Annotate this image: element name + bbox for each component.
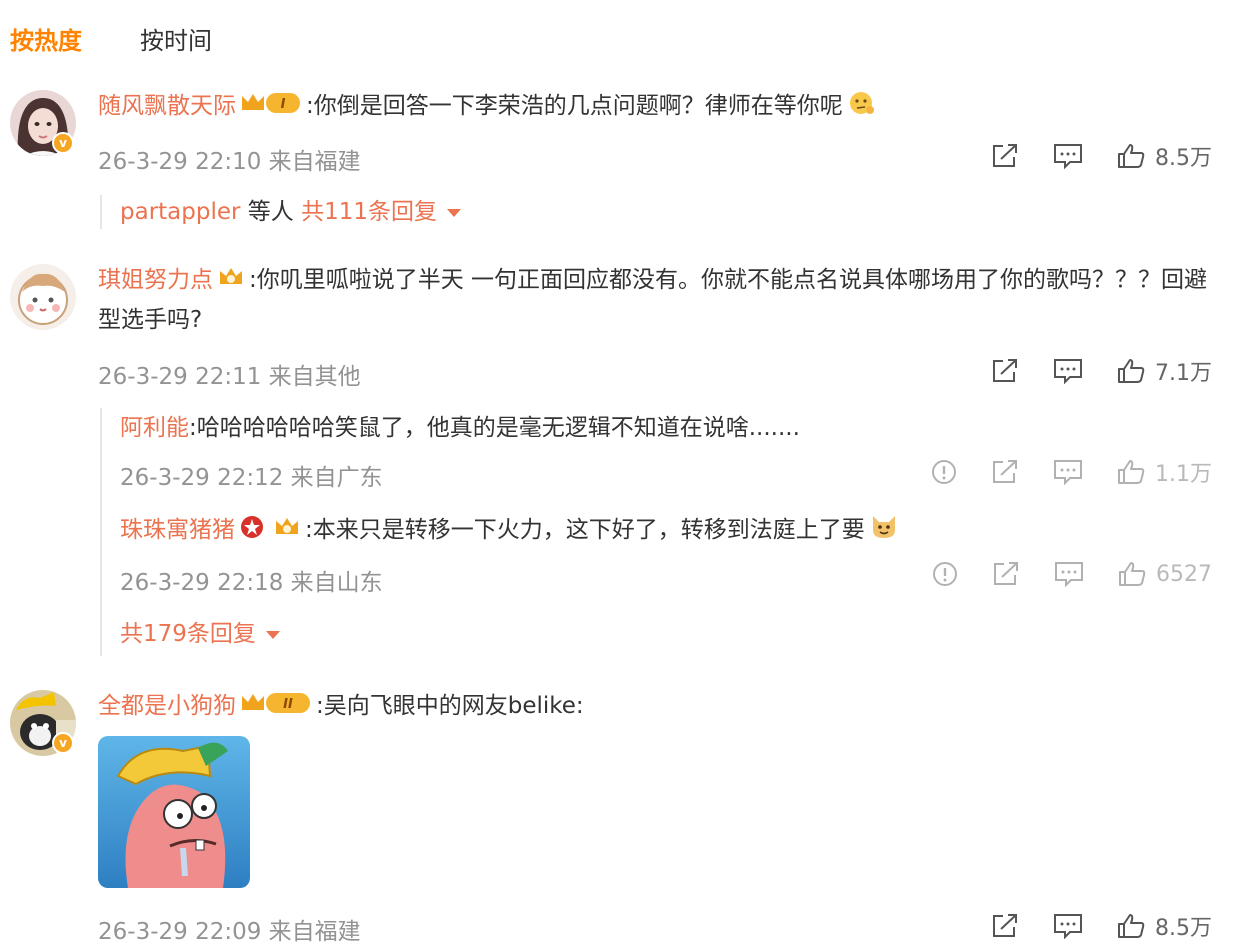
comment-time: 26-3-29 22:09 来自福建 [98, 919, 361, 945]
avatar[interactable] [10, 264, 76, 330]
share-icon [993, 359, 1017, 382]
thumbs-up-icon [1118, 914, 1145, 938]
reply-username[interactable]: 珠珠寓猪猪 [120, 517, 235, 543]
verified-icon: v [52, 132, 74, 154]
comment-icon [1054, 914, 1082, 939]
reply-button[interactable] [1053, 358, 1083, 384]
svg-text:II: II [283, 697, 293, 712]
patrick-star-meme-image [98, 736, 250, 888]
reply-item: 珠珠寓猪猪 :本来只是转移一下火力，这下好了，转移到法庭上了要 26-3-29 … [120, 510, 1212, 614]
avatar[interactable]: v [10, 690, 76, 756]
avatar[interactable]: v [10, 90, 76, 156]
comment-meta-row: 26-3-29 22:09 来自福建 8.5万 [98, 908, 1212, 948]
share-icon [993, 144, 1017, 167]
username[interactable]: 琪姐努力点 [98, 267, 213, 293]
vip-badge-icon: II [240, 690, 312, 728]
comment-icon [1054, 460, 1082, 485]
share-button[interactable] [991, 459, 1019, 485]
comment-meta: 26-3-29 22:09 来自福建 8.5万 [98, 908, 1212, 948]
share-icon [993, 460, 1017, 483]
comment-image[interactable] [98, 736, 250, 888]
like-button[interactable]: 1.1万 [1117, 456, 1212, 488]
reply-user[interactable]: partappler [120, 199, 240, 225]
medal-badge-icon [239, 513, 265, 553]
like-count: 6527 [1156, 561, 1212, 587]
like-count: 7.1万 [1155, 361, 1212, 386]
comment-text: :吴向飞眼中的网友belike: [316, 693, 584, 719]
thinking-emoji-icon [847, 90, 877, 128]
reply-list: 阿利能:哈哈哈哈哈哈笑鼠了，他真的是毫无逻辑不知道在说啥....... 26-3… [100, 408, 1212, 656]
share-button[interactable] [991, 143, 1019, 169]
tab-time[interactable]: 按时间 [140, 21, 212, 56]
dog-emoji-icon [869, 512, 899, 553]
more-replies-button[interactable]: 共179条回复 [120, 614, 1212, 654]
reply-button[interactable] [1053, 143, 1083, 169]
reply-summary[interactable]: partappler 等人 共111条回复 [100, 195, 1212, 229]
sort-tabs: 按热度 按时间 [10, 16, 270, 60]
reply-item: 阿利能:哈哈哈哈哈哈笑鼠了，他真的是毫无逻辑不知道在说啥....... 26-3… [120, 408, 1212, 510]
username[interactable]: 全都是小狗狗 [98, 693, 236, 719]
report-button[interactable] [931, 459, 957, 485]
like-count: 8.5万 [1155, 916, 1212, 941]
report-icon [932, 460, 956, 484]
more-replies-label: 共179条回复 [120, 621, 256, 647]
like-button[interactable]: 7.1万 [1117, 355, 1212, 387]
comment-meta: 26-3-29 22:11 来自其他 7.1万 [98, 353, 1212, 393]
reply-text: :本来只是转移一下火力，这下好了，转移到法庭上了要 [305, 517, 865, 543]
chevron-down-icon [265, 630, 280, 639]
crown-badge-icon [217, 264, 245, 302]
comment-text: :你叽里呱啦说了半天 一句正面回应都没有。你就不能点名说具体哪场用了你的歌吗？？… [98, 267, 1208, 333]
share-icon [994, 562, 1018, 585]
comment-time: 26-3-29 22:10 来自福建 [98, 149, 361, 175]
share-button[interactable] [991, 913, 1019, 939]
reply-button[interactable] [1054, 561, 1084, 587]
comment-icon [1054, 144, 1082, 169]
share-icon [993, 914, 1017, 937]
reply-text: :哈哈哈哈哈哈笑鼠了，他真的是毫无逻辑不知道在说啥....... [189, 415, 800, 441]
reply-time: 26-3-29 22:18 来自山东 [120, 570, 383, 596]
like-count: 1.1万 [1155, 462, 1212, 487]
thumbs-up-icon [1118, 144, 1145, 168]
crown-badge-icon [273, 513, 301, 553]
username[interactable]: 随风飘散天际 [98, 93, 236, 119]
like-button[interactable]: 8.5万 [1117, 910, 1212, 942]
comment-icon [1054, 359, 1082, 384]
chevron-down-icon [447, 208, 461, 217]
comment-time: 26-3-29 22:11 来自其他 [98, 364, 361, 390]
thumbs-up-icon [1118, 460, 1145, 484]
report-button[interactable] [932, 561, 958, 587]
thumbs-up-icon [1119, 562, 1146, 586]
reply-button[interactable] [1053, 459, 1083, 485]
verified-icon: v [52, 732, 74, 754]
vip-badge-icon: I [240, 90, 302, 128]
comment-icon [1055, 562, 1083, 587]
thumbs-up-icon [1118, 359, 1145, 383]
reply-username[interactable]: 阿利能 [120, 415, 189, 441]
tab-hot[interactable]: 按热度 [10, 21, 82, 56]
reply-time: 26-3-29 22:12 来自广东 [120, 465, 383, 491]
reply-count[interactable]: 共111条回复 [301, 199, 437, 225]
like-button[interactable]: 8.5万 [1117, 140, 1212, 172]
reply-meta: 26-3-29 22:18 来自山东 6527 [120, 559, 1212, 599]
report-icon [933, 562, 957, 586]
svg-text:I: I [281, 97, 286, 112]
share-button[interactable] [991, 358, 1019, 384]
comment-meta: 26-3-29 22:10 来自福建 8.5万 [98, 138, 1212, 178]
like-count: 8.5万 [1155, 146, 1212, 171]
share-button[interactable] [992, 561, 1020, 587]
like-button[interactable]: 6527 [1118, 561, 1212, 587]
reply-meta: 26-3-29 22:12 来自广东 1.1万 [120, 454, 1212, 494]
reply-button[interactable] [1053, 913, 1083, 939]
comment-text: :你倒是回答一下李荣浩的几点问题啊？律师在等你呢 [306, 93, 843, 119]
